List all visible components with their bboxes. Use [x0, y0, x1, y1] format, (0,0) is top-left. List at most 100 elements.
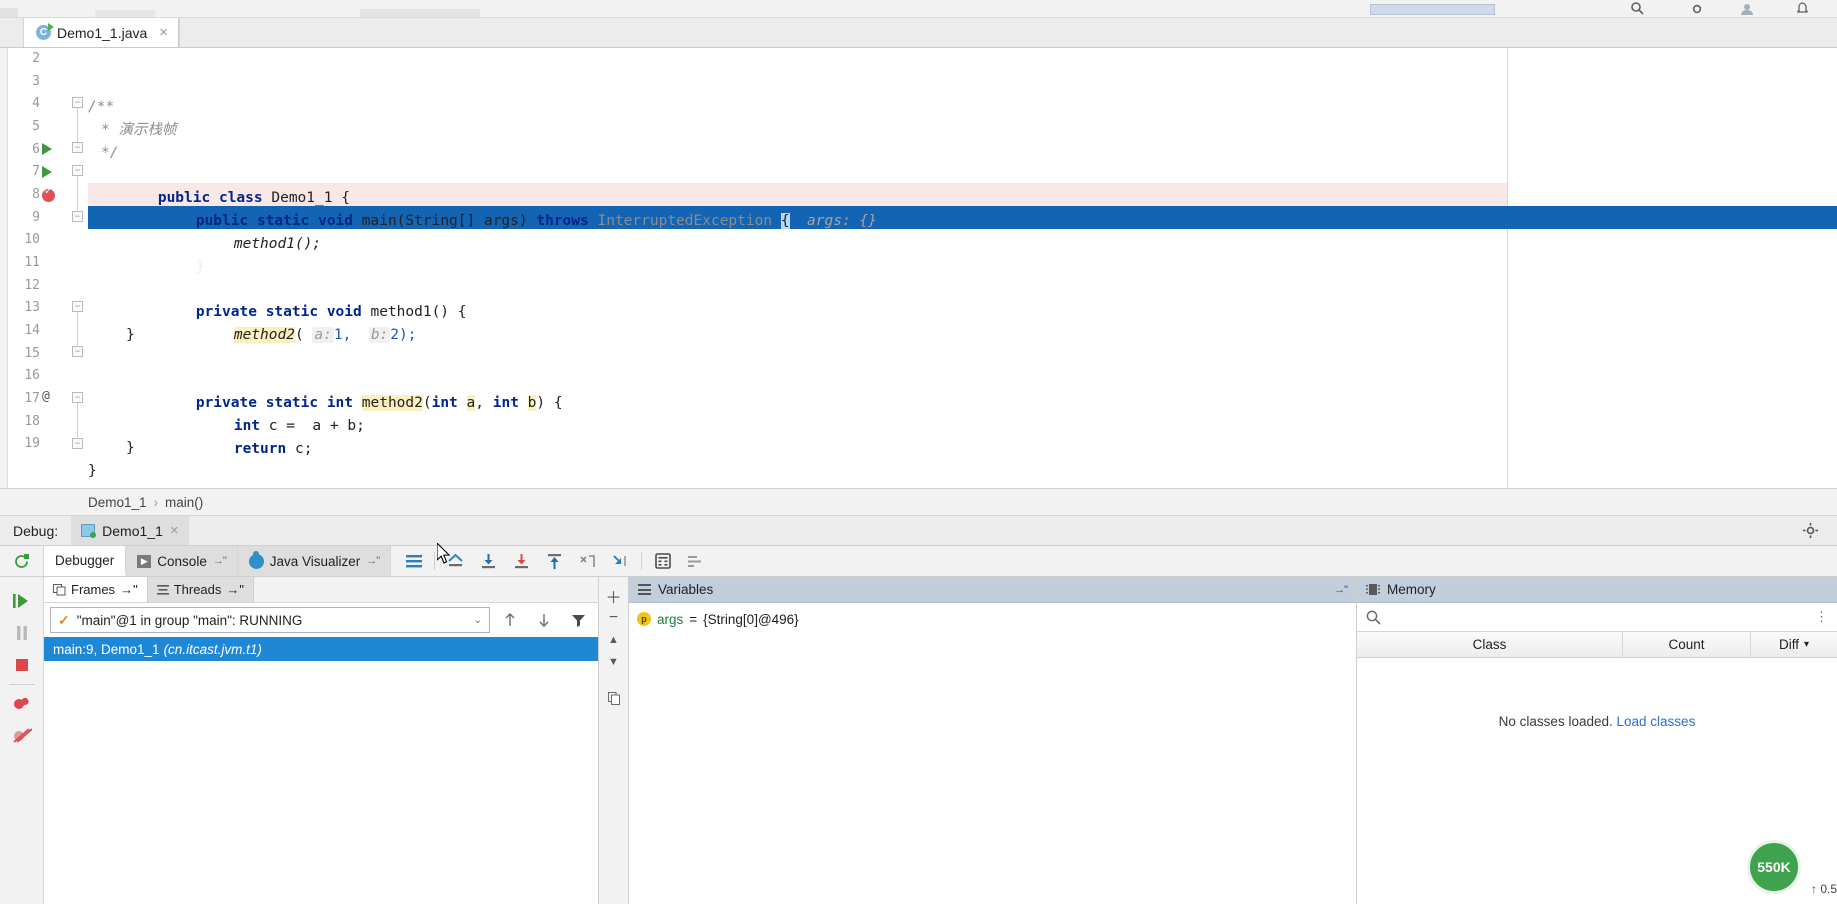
breadcrumb-method[interactable]: main(): [165, 495, 203, 510]
status-badge-label: 550K: [1757, 859, 1791, 875]
run-gutter-icon[interactable]: [42, 143, 56, 157]
memory-title: Memory: [1387, 582, 1436, 597]
variables-tree[interactable]: p args = {String[0]@496}: [629, 603, 1356, 904]
line-number: 10: [24, 232, 40, 247]
variable-row-args[interactable]: p args = {String[0]@496}: [637, 609, 1356, 629]
filter-icon[interactable]: [564, 607, 592, 633]
memory-search-row[interactable]: ⋮: [1357, 603, 1837, 632]
run-to-cursor-icon[interactable]: [604, 546, 637, 577]
method2-decl-name: method2: [361, 394, 423, 411]
frame-list-empty-area[interactable]: [44, 661, 598, 904]
thread-selector-value: "main"@1 in group "main": RUNNING: [76, 612, 303, 628]
pin-icon[interactable]: →": [226, 582, 244, 597]
editor-gutter[interactable]: 2 3 4 5 6 7 8 9 10 11 12 13 14 15 16 17 …: [0, 48, 88, 488]
search-icon[interactable]: [1630, 2, 1645, 16]
resume-program-icon[interactable]: [0, 585, 44, 617]
fold-icon[interactable]: −: [72, 142, 83, 153]
tab-frames[interactable]: Frames →": [44, 577, 148, 602]
minus-icon[interactable]: −: [605, 607, 623, 629]
tab-threads[interactable]: Threads →": [147, 577, 255, 602]
threads-icon: [156, 584, 169, 596]
evaluate-expression-icon[interactable]: [646, 546, 679, 577]
rerun-icon[interactable]: [13, 553, 30, 570]
gear-icon[interactable]: [1690, 2, 1705, 16]
frame-row-main[interactable]: main:9, Demo1_1 (cn.itcast.jvm.t1): [44, 637, 598, 661]
ide-window: Demo1_1.java × 2 3 4 5 6 7 8 9 10 11 12 …: [0, 0, 1837, 904]
fold-icon[interactable]: −: [72, 392, 83, 403]
gear-icon[interactable]: [1802, 522, 1819, 539]
stop-icon[interactable]: [0, 649, 44, 681]
column-header-diff[interactable]: Diff ▾: [1751, 632, 1837, 657]
chevron-down-icon[interactable]: ⌄: [474, 615, 482, 626]
tab-bar-filler: [179, 18, 1837, 47]
fold-icon[interactable]: −: [72, 438, 83, 449]
arrow-down-icon[interactable]: [530, 607, 558, 633]
drop-frame-icon[interactable]: [571, 546, 604, 577]
memory-empty-text: No classes loaded.: [1498, 714, 1613, 729]
mute-breakpoints-icon[interactable]: [679, 546, 712, 577]
copy-icon[interactable]: [605, 687, 623, 709]
pin-icon[interactable]: →": [213, 555, 227, 567]
close-icon[interactable]: ×: [170, 522, 179, 539]
memory-table-body[interactable]: No classes loaded. Load classes 550K ↑ 0…: [1357, 658, 1837, 904]
editor-tab-demo1-1[interactable]: Demo1_1.java ×: [24, 18, 180, 47]
view-breakpoints-icon[interactable]: [0, 688, 44, 720]
column-header-count[interactable]: Count: [1623, 632, 1751, 657]
memory-search-input[interactable]: [1388, 609, 1808, 625]
code-comment-open: /**: [88, 99, 115, 115]
fold-icon[interactable]: −: [72, 165, 83, 176]
code-text-area[interactable]: package cn.itcast.jvm.t1; /** * 演示栈帧 */ …: [88, 48, 1837, 488]
avatar-icon[interactable]: [1740, 2, 1755, 16]
fold-icon[interactable]: −: [72, 97, 83, 108]
step-over-icon[interactable]: [472, 546, 505, 577]
pin-icon[interactable]: →": [366, 555, 380, 567]
variable-value: {String[0]@496}: [703, 611, 799, 627]
pin-icon[interactable]: →": [120, 582, 138, 597]
notifications-icon[interactable]: [1795, 2, 1810, 16]
thread-selector[interactable]: ✓ "main"@1 in group "main": RUNNING ⌄: [50, 607, 490, 633]
force-step-into-icon[interactable]: [505, 546, 538, 577]
pin-icon[interactable]: →": [1334, 584, 1348, 596]
memory-table-header: Class Count Diff ▾: [1357, 632, 1837, 658]
inline-debug-hint[interactable]: args: {}: [807, 213, 877, 229]
breakpoint-verified-icon[interactable]: [42, 186, 56, 203]
step-out-icon[interactable]: [538, 546, 571, 577]
arg-value-2: 2);: [390, 326, 417, 343]
column-header-class[interactable]: Class: [1357, 632, 1623, 657]
line-number: 18: [24, 414, 40, 429]
param-hint-b: b:: [368, 326, 391, 343]
memory-settings-icon[interactable]: ⋮: [1815, 609, 1828, 625]
memory-header: Memory: [1357, 577, 1837, 603]
memory-panel: Memory ⋮ Class Count Diff ▾ No classes l…: [1357, 577, 1837, 904]
thread-running-icon: ✓: [58, 611, 70, 628]
pause-program-icon[interactable]: [0, 617, 44, 649]
fold-icon[interactable]: −: [72, 346, 83, 357]
debug-session-name: Demo1_1: [102, 522, 163, 539]
plus-icon[interactable]: ＋: [605, 585, 623, 607]
line-number: 17: [24, 391, 40, 406]
override-marker-icon[interactable]: @: [42, 389, 50, 404]
thread-selector-row: ✓ "main"@1 in group "main": RUNNING ⌄: [44, 603, 598, 637]
move-up-icon[interactable]: ▲: [605, 629, 623, 651]
breadcrumb-class[interactable]: Demo1_1: [88, 495, 147, 510]
show-execution-point-icon[interactable]: [439, 546, 472, 577]
tab-debugger[interactable]: Debugger: [44, 546, 127, 576]
code-editor[interactable]: 2 3 4 5 6 7 8 9 10 11 12 13 14 15 16 17 …: [0, 48, 1837, 488]
fold-icon[interactable]: −: [72, 211, 83, 222]
run-gutter-icon[interactable]: [42, 166, 56, 180]
move-down-icon[interactable]: ▼: [605, 651, 623, 673]
close-brace: }: [195, 258, 205, 275]
debug-session-tab[interactable]: Demo1_1 ×: [71, 516, 189, 545]
tab-java-visualizer[interactable]: Java Visualizer →": [237, 546, 392, 576]
arrow-up-icon[interactable]: [496, 607, 524, 633]
kw-int: int: [492, 394, 519, 411]
load-classes-link[interactable]: Load classes: [1617, 714, 1696, 729]
fold-icon[interactable]: −: [72, 301, 83, 312]
kw-int: int: [431, 394, 458, 411]
mute-breakpoints-icon[interactable]: [0, 720, 44, 752]
tab-console[interactable]: ▶ Console →": [126, 546, 238, 576]
layout-settings-icon[interactable]: [397, 546, 430, 577]
close-icon[interactable]: ×: [159, 24, 168, 41]
run-config-selector[interactable]: [1370, 4, 1495, 15]
variables-icon: [638, 584, 651, 595]
